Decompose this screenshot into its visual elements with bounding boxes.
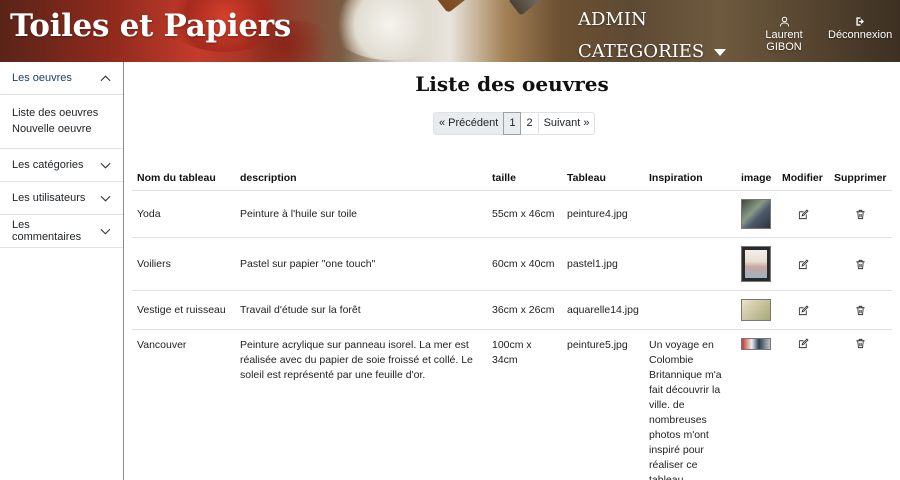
cell-delete <box>829 190 892 238</box>
cell-inspiration <box>644 290 736 330</box>
col-header-inspiration: Inspiration <box>644 166 736 191</box>
chevron-down-icon <box>100 228 111 235</box>
table-row: Vancouver Peinture acrylique sur panneau… <box>132 329 892 480</box>
user-name: Laurent GIBON <box>765 29 803 53</box>
sidebar-item-label: Les oeuvres <box>12 72 72 84</box>
col-header-file: Tableau <box>562 166 644 191</box>
pagination-page-2[interactable]: 2 <box>520 112 539 135</box>
pagination-page-1[interactable]: 1 <box>503 112 522 135</box>
logout-label: Déconnexion <box>828 29 893 41</box>
col-header-edit: Modifier <box>777 166 829 191</box>
col-header-description: description <box>235 166 487 191</box>
col-header-image: image <box>736 166 777 191</box>
admin-label: ADMIN <box>578 9 647 30</box>
paint-splash-white <box>330 0 450 60</box>
artwork-thumbnail[interactable] <box>741 199 771 229</box>
sidebar-item-label: Les utilisateurs <box>12 192 86 204</box>
page-title: Liste des oeuvres <box>415 72 609 96</box>
pagination-prev[interactable]: « Précédent <box>433 112 505 135</box>
trash-icon[interactable] <box>855 305 866 316</box>
cell-image <box>736 237 777 291</box>
header-banner: Toiles et Papiers ADMIN CATEGORIES Laure… <box>0 0 900 62</box>
cell-size: 36cm x 26cm <box>487 290 562 330</box>
cell-file: aquarelle14.jpg <box>562 290 644 330</box>
cell-name: Vancouver <box>132 329 235 480</box>
sidebar-item-label: Les catégories <box>12 159 84 171</box>
cell-delete <box>829 290 892 330</box>
edit-icon[interactable] <box>798 208 809 220</box>
user-profile-link[interactable]: Laurent GIBON <box>748 16 820 53</box>
cell-description: Pastel sur papier "one touch" <box>235 237 487 291</box>
cell-file: peinture4.jpg <box>562 190 644 238</box>
cell-image <box>736 290 777 330</box>
cell-name: Yoda <box>132 190 235 238</box>
artwork-thumbnail[interactable] <box>741 246 771 282</box>
cell-edit <box>777 290 829 330</box>
site-brand[interactable]: Toiles et Papiers <box>10 8 291 44</box>
artwork-thumbnail[interactable] <box>741 338 771 350</box>
table-row: Vestige et ruisseau Travail d'étude sur … <box>132 290 892 330</box>
sidebar-item-oeuvres[interactable]: Les oeuvres <box>0 62 123 95</box>
edit-icon[interactable] <box>798 258 809 270</box>
sidebar-item-label: Les commentaires <box>12 219 82 243</box>
cell-size: 100cm x 34cm <box>487 329 562 480</box>
caret-down-icon <box>714 48 727 56</box>
admin-categories-dropdown[interactable]: ADMIN CATEGORIES <box>578 4 727 62</box>
cell-inspiration <box>644 190 736 238</box>
table-row: Yoda Peinture à l'huile sur toile 55cm x… <box>132 190 892 238</box>
cell-description: Peinture acrylique sur panneau isorel. L… <box>235 329 487 480</box>
cell-edit <box>777 190 829 238</box>
categories-label: CATEGORIES <box>578 41 705 62</box>
cell-size: 55cm x 46cm <box>487 190 562 238</box>
cell-delete <box>829 237 892 291</box>
cell-inspiration <box>644 237 736 291</box>
artworks-table: Nom du tableau description taille Tablea… <box>132 166 892 480</box>
trash-icon[interactable] <box>855 259 866 270</box>
col-header-delete: Supprimer <box>829 166 892 191</box>
sidebar-link-nouvelle-oeuvre[interactable]: Nouvelle oeuvre <box>12 121 111 137</box>
sidebar-submenu-oeuvres: Liste des oeuvres Nouvelle oeuvre <box>0 95 123 149</box>
logout-icon <box>855 17 864 26</box>
cell-description: Travail d'étude sur la forêt <box>235 290 487 330</box>
cell-edit <box>777 329 829 480</box>
paintbrush-handle <box>431 0 559 14</box>
sidebar-item-users[interactable]: Les utilisateurs <box>0 182 123 215</box>
cell-image <box>736 190 777 238</box>
sidebar-item-categories[interactable]: Les catégories <box>0 149 123 182</box>
pagination: « Précédent 1 2 Suivant » <box>433 112 596 135</box>
cell-inspiration: Un voyage en Colombie Britannique m'a fa… <box>644 329 736 480</box>
cell-image <box>736 329 777 480</box>
col-header-name: Nom du tableau <box>132 166 235 191</box>
logout-link[interactable]: Déconnexion <box>828 16 892 41</box>
trash-icon[interactable] <box>855 338 866 349</box>
table-row: Voiliers Pastel sur papier "one touch" 6… <box>132 237 892 291</box>
trash-icon[interactable] <box>855 209 866 220</box>
chevron-down-icon <box>100 162 111 169</box>
cell-file: pastel1.jpg <box>562 237 644 291</box>
edit-icon[interactable] <box>798 338 809 349</box>
user-icon <box>779 16 789 27</box>
table-header-row: Nom du tableau description taille Tablea… <box>132 166 892 191</box>
admin-sidebar: Les oeuvres Liste des oeuvres Nouvelle o… <box>0 62 124 480</box>
cell-delete <box>829 329 892 480</box>
cell-edit <box>777 237 829 291</box>
cell-size: 60cm x 40cm <box>487 237 562 291</box>
chevron-down-icon <box>100 195 111 202</box>
chevron-up-icon <box>100 74 111 81</box>
sidebar-item-comments[interactable]: Les commentaires <box>0 215 123 248</box>
edit-icon[interactable] <box>798 304 809 316</box>
cell-name: Voiliers <box>132 237 235 291</box>
sidebar-link-liste-oeuvres[interactable]: Liste des oeuvres <box>12 105 111 121</box>
pagination-next[interactable]: Suivant » <box>537 112 596 135</box>
cell-file: peinture5.jpg <box>562 329 644 480</box>
main-content: Liste des oeuvres « Précédent 1 2 Suivan… <box>124 62 900 480</box>
artwork-thumbnail[interactable] <box>741 299 771 321</box>
cell-description: Peinture à l'huile sur toile <box>235 190 487 238</box>
cell-name: Vestige et ruisseau <box>132 290 235 330</box>
col-header-size: taille <box>487 166 562 191</box>
